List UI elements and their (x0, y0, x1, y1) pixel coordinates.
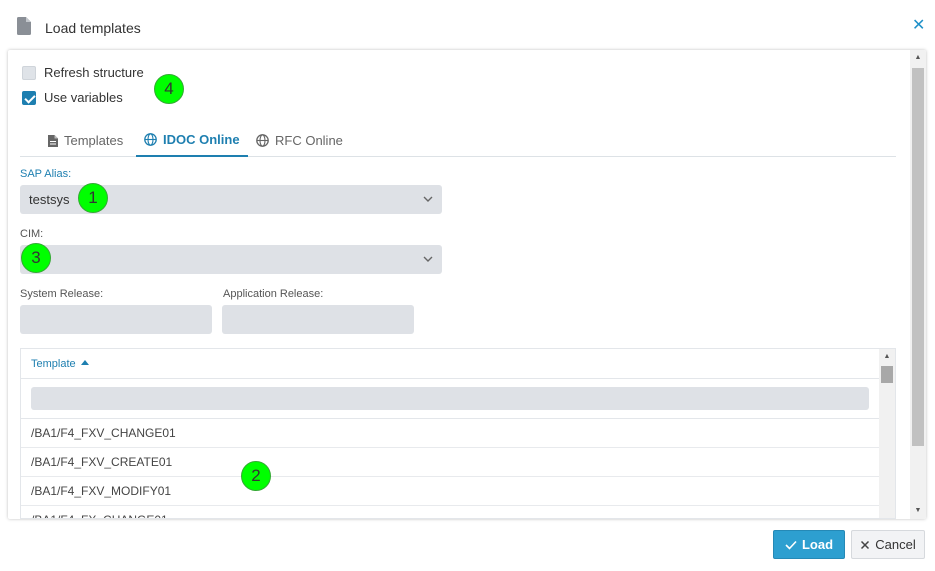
grid-scrollbar[interactable]: ▲ (879, 349, 895, 518)
application-release-label: Application Release: (223, 288, 324, 300)
cancel-button-label: Cancel (875, 537, 916, 552)
annotation-marker-1: 1 (78, 183, 108, 213)
table-row[interactable]: /BA1/F4_FXV_CREATE01 (21, 448, 881, 477)
load-button[interactable]: Load (773, 530, 845, 559)
sap-alias-label: SAP Alias: (20, 168, 72, 180)
annotation-marker-3: 3 (21, 243, 51, 273)
globe-icon (144, 133, 157, 146)
close-icon[interactable]: ✕ (912, 18, 925, 34)
annotation-marker-4: 4 (154, 74, 184, 104)
refresh-structure-option[interactable]: Refresh structure (22, 65, 144, 80)
template-filter-input[interactable] (31, 387, 869, 410)
use-variables-label: Use variables (44, 90, 123, 105)
sap-alias-value: testsys (29, 192, 70, 207)
template-column-header[interactable]: Template (31, 358, 89, 370)
chevron-down-icon (422, 193, 434, 208)
tab-templates-label: Templates (64, 133, 124, 148)
table-row[interactable]: /BA1/F4_FXV_MODIFY01 (21, 477, 881, 506)
tab-idoc-online[interactable]: IDOC Online (136, 124, 248, 157)
dialog-scrollbar[interactable]: ▲ ▼ (910, 50, 926, 519)
refresh-structure-checkbox[interactable] (22, 65, 36, 80)
tab-rfc-online-label: RFC Online (275, 133, 343, 148)
dialog-title: Load templates (45, 20, 141, 36)
file-icon (48, 134, 58, 147)
dialog-header: Load templates ✕ (0, 0, 935, 50)
grid-filter-row (21, 379, 881, 419)
grid-header: Template (21, 349, 881, 379)
dialog-content: Refresh structure Use variables 4 Templa… (8, 50, 926, 519)
check-icon (785, 540, 797, 550)
use-variables-checkbox[interactable] (22, 90, 36, 105)
globe-icon (256, 134, 269, 147)
table-row[interactable]: /BA1/F4_FX_CHANGE01 (21, 506, 881, 518)
scroll-up-icon[interactable]: ▲ (879, 352, 895, 362)
load-button-label: Load (801, 537, 834, 552)
templates-grid: Template /BA1/F4_FXV_CHANGE01 /BA1/F4_FX… (20, 348, 896, 519)
tab-idoc-online-label: IDOC Online (163, 132, 240, 147)
system-release-field[interactable] (20, 305, 212, 334)
scroll-down-icon[interactable]: ▼ (910, 506, 926, 516)
tab-bar: Templates IDOC Online RFC Online (20, 124, 896, 157)
refresh-structure-label: Refresh structure (44, 65, 144, 80)
tab-templates[interactable]: Templates (40, 124, 131, 157)
annotation-marker-2: 2 (241, 461, 271, 491)
grid-scroll-thumb[interactable] (881, 366, 893, 383)
cim-label: CIM: (20, 228, 44, 240)
dialog-scroll-thumb[interactable] (912, 68, 924, 446)
chevron-down-icon (422, 253, 434, 268)
close-icon (860, 540, 870, 550)
cim-select[interactable] (20, 245, 442, 274)
application-release-field[interactable] (222, 305, 414, 334)
use-variables-option[interactable]: Use variables (22, 90, 123, 105)
file-icon (17, 17, 31, 35)
cancel-button[interactable]: Cancel (851, 530, 925, 559)
scroll-up-icon[interactable]: ▲ (910, 53, 926, 63)
tab-rfc-online[interactable]: RFC Online (248, 124, 351, 157)
table-row[interactable]: /BA1/F4_FXV_CHANGE01 (21, 419, 881, 448)
sort-ascending-icon (80, 360, 89, 365)
system-release-label: System Release: (20, 288, 104, 300)
